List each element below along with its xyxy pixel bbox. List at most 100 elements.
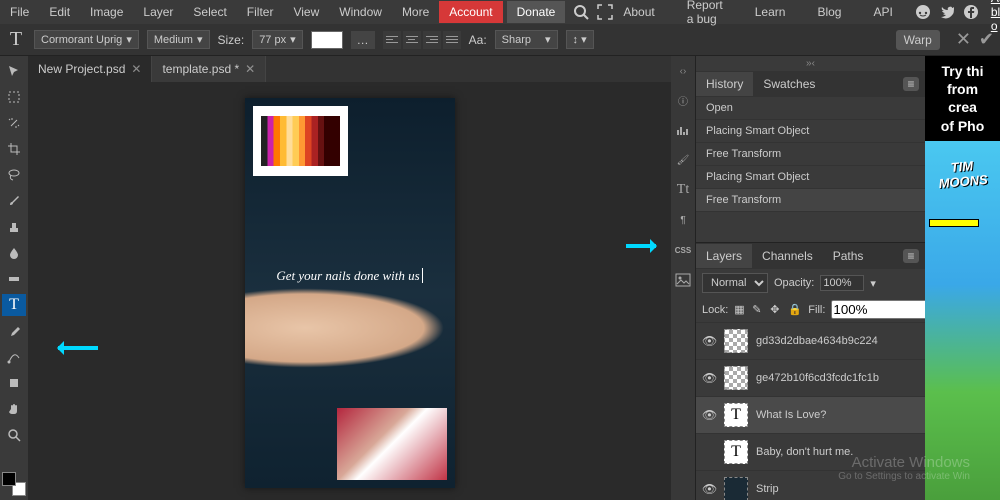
align-center-button[interactable] — [403, 31, 421, 49]
more-options-button[interactable]: … — [351, 31, 375, 49]
paragraph-panel-icon[interactable]: ¶ — [674, 211, 692, 229]
menu-layer[interactable]: Layer — [133, 1, 183, 23]
panel-menu-icon[interactable]: ≡ — [903, 77, 919, 91]
menu-view[interactable]: View — [283, 1, 329, 23]
layer-row[interactable]: 👁 Strip — [696, 471, 925, 500]
history-item[interactable]: Open — [696, 97, 925, 120]
align-justify-button[interactable] — [443, 31, 461, 49]
layer-name[interactable]: What Is Love? — [756, 409, 826, 421]
layers-tab[interactable]: Layers — [696, 244, 752, 268]
layer-row[interactable]: 👁 gd33d2dbae4634b9c224 — [696, 323, 925, 360]
layer-name[interactable]: Baby, don't hurt me. — [756, 446, 853, 458]
canvas-text-layer[interactable]: Get your nails done with us — [245, 268, 455, 284]
font-weight-dropdown[interactable]: Medium ▾ — [147, 30, 210, 49]
hand-tool[interactable] — [2, 398, 26, 420]
css-panel-icon[interactable]: CSS — [674, 241, 692, 259]
layer-name[interactable]: Strip — [756, 483, 779, 495]
menu-more[interactable]: More — [392, 1, 439, 23]
swatches-tab[interactable]: Swatches — [753, 72, 825, 96]
about-link[interactable]: About — [613, 1, 664, 23]
align-left-button[interactable] — [383, 31, 401, 49]
collapse-handle-icon[interactable]: ‹› — [678, 64, 689, 79]
align-right-button[interactable] — [423, 31, 441, 49]
layer-row[interactable]: 👁 T What Is Love? — [696, 397, 925, 434]
menu-select[interactable]: Select — [183, 1, 236, 23]
menu-file[interactable]: File — [0, 1, 39, 23]
api-link[interactable]: API — [863, 1, 902, 23]
learn-link[interactable]: Learn — [745, 1, 796, 23]
canvas-document[interactable]: Get your nails done with us — [245, 98, 455, 488]
color-pickers[interactable] — [2, 472, 26, 496]
lasso-tool[interactable] — [2, 164, 26, 186]
brush-panel-icon[interactable]: 🖌 — [674, 151, 692, 169]
lock-all-icon[interactable]: 🔒 — [788, 303, 802, 317]
text-direction-dropdown[interactable]: ↕ ▾ — [566, 30, 594, 49]
blog-link[interactable]: Blog — [807, 1, 851, 23]
visibility-icon[interactable]: 👁 — [702, 371, 716, 385]
panels-collapse-icon[interactable]: »‹ — [696, 56, 925, 71]
ad-game-image[interactable]: TIM MOONS — [925, 141, 1000, 500]
histogram-panel-icon[interactable] — [674, 121, 692, 139]
menu-window[interactable]: Window — [329, 1, 392, 23]
info-panel-icon[interactable]: ⓘ — [674, 91, 692, 109]
panel-menu-icon[interactable]: ≡ — [903, 249, 919, 263]
layer-row[interactable]: 👁 ge472b10f6cd3fcdc1fc1b — [696, 360, 925, 397]
close-icon[interactable]: ✕ — [245, 62, 255, 76]
layer-name[interactable]: ge472b10f6cd3fcdc1fc1b — [756, 372, 879, 384]
gradient-tool[interactable] — [2, 268, 26, 290]
chevron-down-icon[interactable]: ▾ — [870, 277, 876, 290]
foreground-color-swatch[interactable] — [2, 472, 16, 486]
ad-blocking-link[interactable]: Ad blocking o — [991, 0, 1000, 33]
font-size-dropdown[interactable]: 77 px ▾ — [252, 30, 302, 49]
doc-tab-1[interactable]: template.psd * ✕ — [152, 56, 266, 82]
reddit-icon[interactable] — [915, 4, 931, 20]
paths-tab[interactable]: Paths — [823, 244, 874, 268]
zoom-tool[interactable] — [2, 424, 26, 446]
image-panel-icon[interactable] — [674, 271, 692, 289]
close-icon[interactable]: ✕ — [131, 62, 141, 76]
visibility-icon[interactable]: 👁 — [702, 334, 716, 348]
account-button[interactable]: Account — [439, 1, 502, 23]
brush-tool[interactable] — [2, 190, 26, 212]
clone-stamp-tool[interactable] — [2, 216, 26, 238]
report-bug-link[interactable]: Report a bug — [677, 0, 733, 30]
channels-tab[interactable]: Channels — [752, 244, 823, 268]
move-tool[interactable] — [2, 60, 26, 82]
doc-tab-0[interactable]: New Project.psd ✕ — [28, 56, 152, 82]
history-tab[interactable]: History — [696, 72, 753, 96]
history-item[interactable]: Placing Smart Object — [696, 120, 925, 143]
character-panel-icon[interactable]: Tt — [674, 181, 692, 199]
path-tool[interactable] — [2, 346, 26, 368]
visibility-icon[interactable]: 👁 — [702, 408, 716, 422]
menu-image[interactable]: Image — [80, 1, 133, 23]
history-item[interactable]: Placing Smart Object — [696, 166, 925, 189]
lock-move-icon[interactable]: ✥ — [770, 303, 784, 317]
blur-tool[interactable] — [2, 242, 26, 264]
marquee-tool[interactable] — [2, 86, 26, 108]
twitter-icon[interactable] — [939, 4, 955, 20]
text-color-swatch[interactable] — [311, 31, 343, 49]
menu-edit[interactable]: Edit — [39, 1, 80, 23]
history-item[interactable]: Free Transform — [696, 189, 925, 212]
eyedropper-tool[interactable] — [2, 320, 26, 342]
fullscreen-icon[interactable] — [597, 4, 613, 20]
opacity-input[interactable] — [820, 275, 864, 291]
blend-mode-dropdown[interactable]: Normal — [702, 273, 768, 293]
font-family-dropdown[interactable]: Cormorant Uprig ▾ — [34, 30, 139, 49]
shape-tool[interactable] — [2, 372, 26, 394]
visibility-icon[interactable]: 👁 — [702, 482, 716, 496]
donate-button[interactable]: Donate — [507, 1, 566, 23]
magic-wand-tool[interactable] — [2, 112, 26, 134]
layer-name[interactable]: gd33d2dbae4634b9c224 — [756, 335, 878, 347]
type-tool[interactable]: T — [2, 294, 26, 316]
layer-row[interactable]: T Baby, don't hurt me. — [696, 434, 925, 471]
menu-filter[interactable]: Filter — [237, 1, 284, 23]
crop-tool[interactable] — [2, 138, 26, 160]
facebook-icon[interactable] — [963, 4, 979, 20]
canvas-viewport[interactable]: Get your nails done with us — [28, 82, 671, 500]
search-icon[interactable] — [573, 4, 589, 20]
history-item[interactable]: Free Transform — [696, 143, 925, 166]
lock-transparency-icon[interactable]: ▦ — [734, 303, 748, 317]
lock-brush-icon[interactable]: ✎ — [752, 303, 766, 317]
antialias-dropdown[interactable]: Sharp ▾ — [495, 30, 558, 49]
